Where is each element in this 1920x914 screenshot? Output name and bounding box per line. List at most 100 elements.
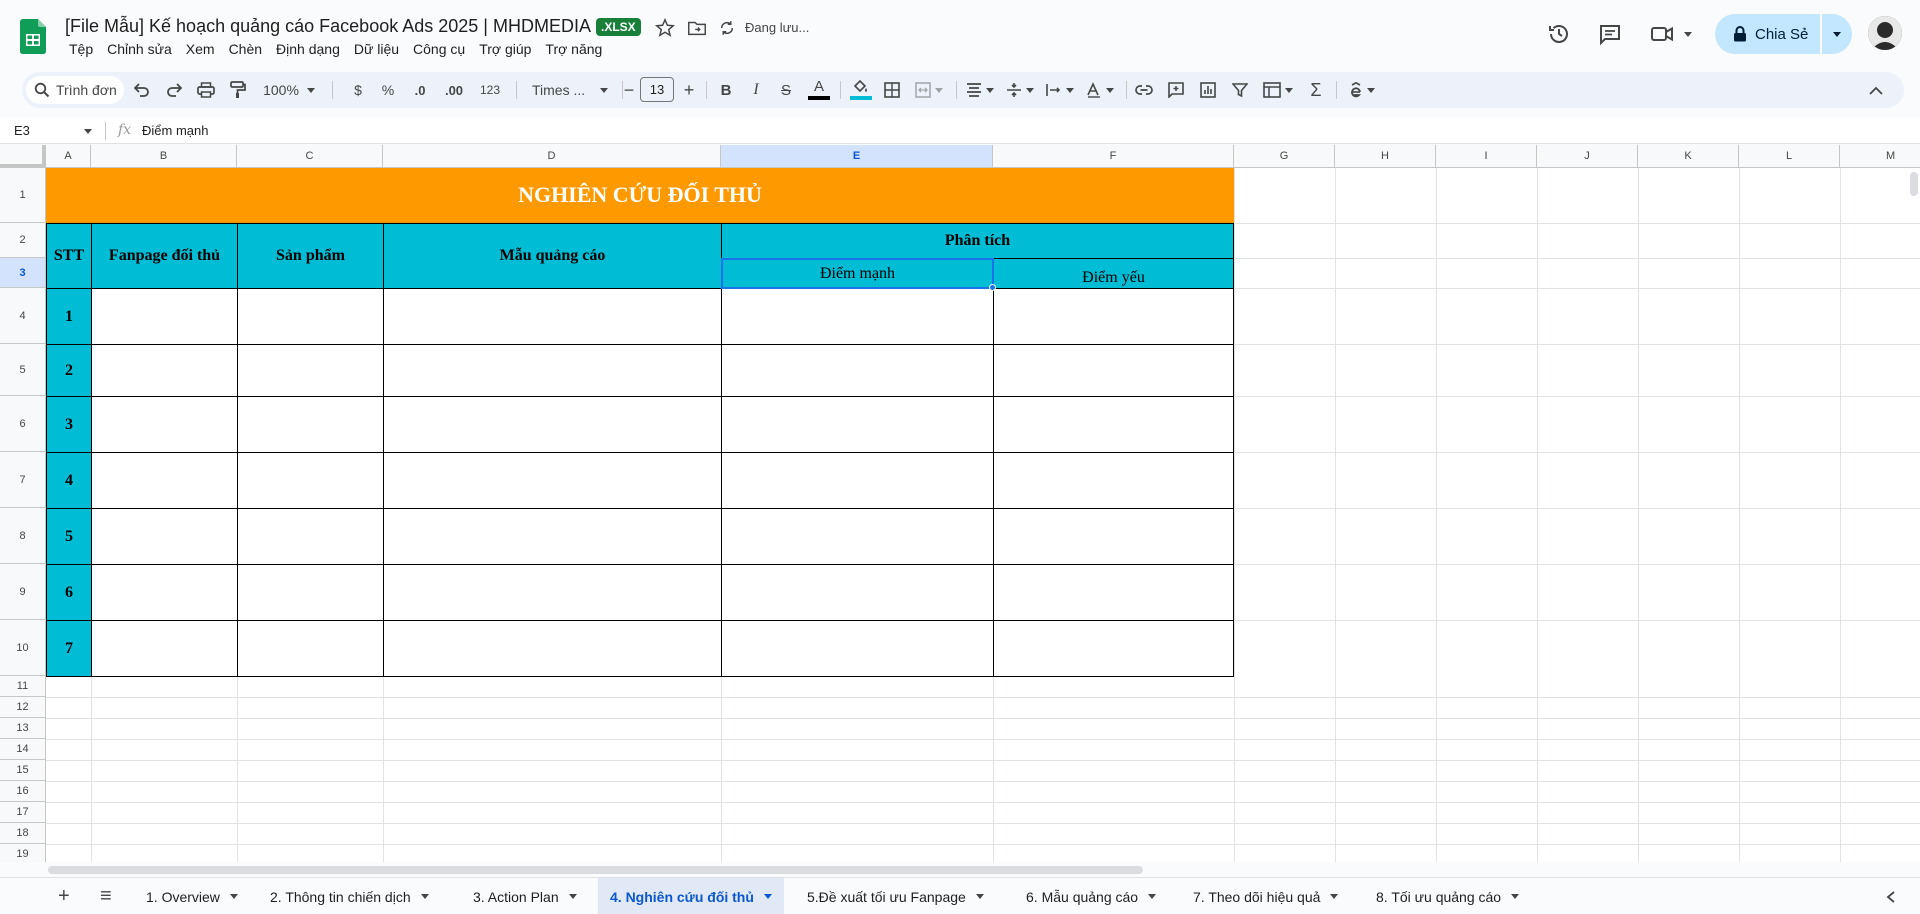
vertical-scrollbar[interactable] xyxy=(1910,172,1918,196)
stt-cell[interactable]: 7 xyxy=(46,620,92,677)
table-cell[interactable] xyxy=(383,288,722,345)
header-fanpage[interactable]: Fanpage đối thủ xyxy=(91,223,238,289)
menu-data[interactable]: Dữ liệu xyxy=(347,41,406,57)
table-cell[interactable] xyxy=(91,288,238,345)
stt-cell[interactable]: 4 xyxy=(46,452,92,509)
row-header-14[interactable]: 14 xyxy=(0,739,46,760)
chevron-down-icon[interactable] xyxy=(763,894,772,899)
header-stt[interactable]: STT xyxy=(46,223,92,289)
stt-cell[interactable]: 3 xyxy=(46,396,92,453)
table-cell[interactable] xyxy=(91,396,238,453)
menu-search[interactable]: Trình đơn xyxy=(26,76,124,104)
menu-accessibility[interactable]: Trợ năng xyxy=(538,41,609,57)
row-header-2[interactable]: 2 xyxy=(0,223,46,258)
row-header-1[interactable]: 1 xyxy=(0,168,46,223)
table-cell[interactable] xyxy=(383,452,722,509)
tab-performance-tracking[interactable]: 7. Theo dõi hiệu quả xyxy=(1181,878,1350,914)
column-header-l[interactable]: L xyxy=(1739,145,1840,168)
version-history-icon[interactable] xyxy=(1547,22,1571,46)
percent-format-button[interactable]: % xyxy=(376,72,400,108)
collapse-toolbar-button[interactable] xyxy=(1864,72,1888,108)
paint-format-button[interactable] xyxy=(226,72,250,108)
name-box[interactable]: E3 xyxy=(14,123,30,138)
table-cell[interactable] xyxy=(993,452,1234,509)
add-sheet-button[interactable]: + xyxy=(46,878,82,914)
table-cell[interactable] xyxy=(993,344,1234,397)
table-cell[interactable] xyxy=(993,620,1234,677)
stt-cell[interactable]: 6 xyxy=(46,564,92,621)
header-ad-sample[interactable]: Mẫu quảng cáo xyxy=(383,223,722,289)
undo-button[interactable] xyxy=(130,72,154,108)
menu-insert[interactable]: Chèn xyxy=(222,41,269,57)
insert-chart-button[interactable] xyxy=(1196,72,1220,108)
column-header-j[interactable]: J xyxy=(1537,145,1638,168)
chevron-down-icon[interactable] xyxy=(1511,894,1520,899)
row-header-11[interactable]: 11 xyxy=(0,676,46,697)
fill-color-button[interactable] xyxy=(848,72,874,108)
row-header-3[interactable]: 3 xyxy=(0,258,46,288)
row-header-12[interactable]: 12 xyxy=(0,697,46,718)
table-cell[interactable] xyxy=(383,564,722,621)
table-cell[interactable] xyxy=(383,508,722,565)
text-color-button[interactable]: A xyxy=(806,72,832,108)
meet-video-icon[interactable] xyxy=(1650,23,1674,45)
tab-overview[interactable]: 1. Overview xyxy=(134,878,250,914)
select-all-corner[interactable] xyxy=(0,145,46,168)
document-title[interactable]: [File Mẫu] Kế hoạch quảng cáo Facebook A… xyxy=(65,16,591,37)
borders-button[interactable] xyxy=(880,72,904,108)
stt-cell[interactable]: 1 xyxy=(46,288,92,345)
tab-ad-optimization[interactable]: 8. Tối ưu quảng cáo xyxy=(1364,878,1531,914)
table-cell[interactable] xyxy=(237,344,384,397)
share-dropdown-button[interactable] xyxy=(1822,14,1852,54)
header-analysis[interactable]: Phân tích xyxy=(721,223,1234,259)
italic-button[interactable]: I xyxy=(744,72,768,108)
chevron-down-icon[interactable] xyxy=(229,894,238,899)
row-header-5[interactable]: 5 xyxy=(0,344,46,396)
tab-campaign-info[interactable]: 2. Thông tin chiến dịch xyxy=(258,878,441,914)
tab-ad-samples[interactable]: 6. Mẫu quảng cáo xyxy=(1014,878,1168,914)
table-cell[interactable] xyxy=(721,508,994,565)
column-header-a[interactable]: A xyxy=(46,145,91,168)
column-header-g[interactable]: G xyxy=(1234,145,1335,168)
column-header-m[interactable]: M xyxy=(1840,145,1920,168)
chevron-down-icon[interactable] xyxy=(568,894,577,899)
menu-format[interactable]: Định dạng xyxy=(269,41,347,57)
currency-format-button[interactable]: $ xyxy=(346,72,370,108)
table-cell[interactable] xyxy=(993,396,1234,453)
stt-cell[interactable]: 2 xyxy=(46,344,92,397)
chevron-down-icon[interactable] xyxy=(420,894,429,899)
strikethrough-button[interactable]: S xyxy=(774,72,798,108)
table-cell[interactable] xyxy=(383,396,722,453)
filter-button[interactable] xyxy=(1228,72,1252,108)
horizontal-scrollbar[interactable] xyxy=(48,866,1143,874)
column-header-h[interactable]: H xyxy=(1335,145,1436,168)
row-header-7[interactable]: 7 xyxy=(0,452,46,508)
table-cell[interactable] xyxy=(993,564,1234,621)
row-header-8[interactable]: 8 xyxy=(0,508,46,564)
table-cell[interactable] xyxy=(383,620,722,677)
fill-handle[interactable] xyxy=(989,284,996,291)
text-rotation-button[interactable] xyxy=(1082,72,1118,108)
column-header-d[interactable]: D xyxy=(383,145,721,168)
table-cell[interactable] xyxy=(721,452,994,509)
row-header-15[interactable]: 15 xyxy=(0,760,46,781)
table-cell[interactable] xyxy=(237,564,384,621)
menu-tools[interactable]: Công cụ xyxy=(406,41,472,57)
text-wrapping-button[interactable] xyxy=(1042,72,1078,108)
table-cell[interactable] xyxy=(91,344,238,397)
font-size-input[interactable]: 13 xyxy=(640,77,674,102)
menu-view[interactable]: Xem xyxy=(179,41,222,57)
meet-dropdown-chevron-icon[interactable] xyxy=(1684,32,1692,37)
table-cell[interactable] xyxy=(237,288,384,345)
print-button[interactable] xyxy=(194,72,218,108)
formula-input[interactable]: Điểm mạnh xyxy=(142,123,208,138)
table-cell[interactable] xyxy=(383,344,722,397)
tab-action-plan[interactable]: 3. Action Plan xyxy=(461,878,589,914)
table-cell[interactable] xyxy=(237,620,384,677)
comments-icon[interactable] xyxy=(1598,22,1622,46)
row-header-4[interactable]: 4 xyxy=(0,288,46,344)
row-header-13[interactable]: 13 xyxy=(0,718,46,739)
functions-button[interactable]: Σ xyxy=(1304,72,1328,108)
insert-link-button[interactable] xyxy=(1132,72,1156,108)
increase-font-size-button[interactable]: + xyxy=(678,72,700,108)
